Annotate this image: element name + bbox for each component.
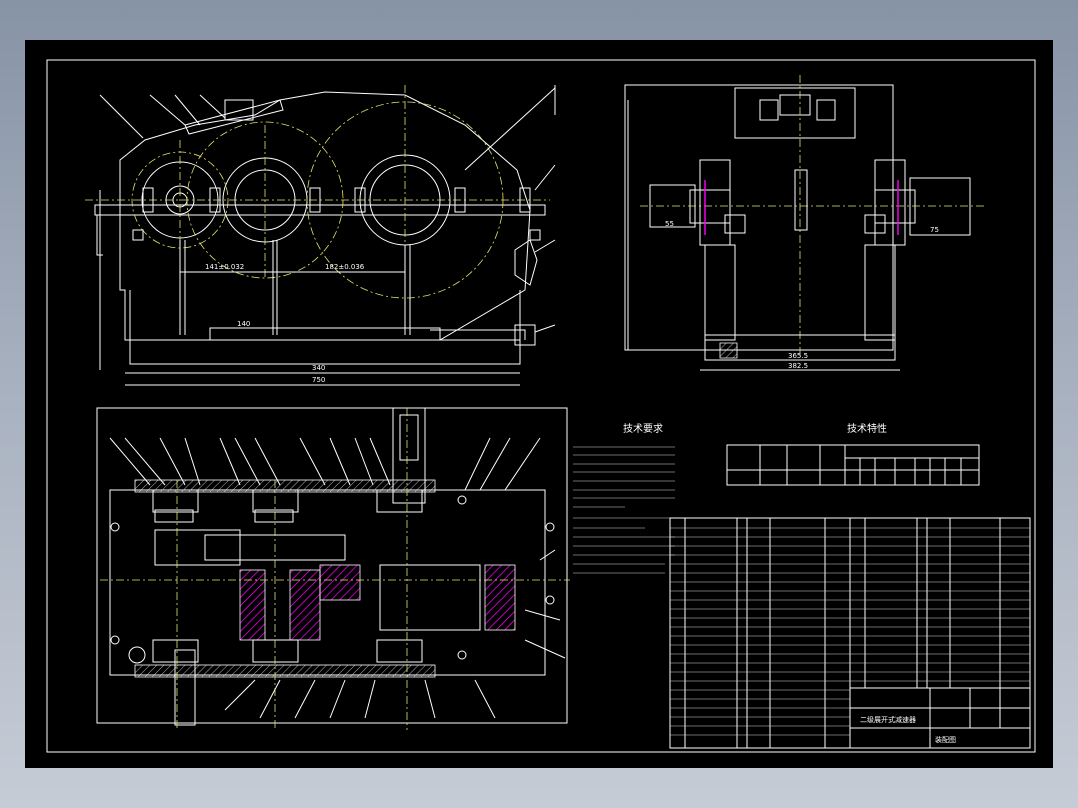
tech-characteristics-title: 技术特性 bbox=[847, 422, 887, 435]
tech-requirements-title: 技术要求 bbox=[623, 422, 663, 435]
dim-side-a: 365.5 bbox=[788, 352, 808, 360]
parts-list: 二级展开式减速器 装配图 bbox=[669, 517, 1031, 749]
title-block-name: 二级展开式减速器 bbox=[860, 715, 916, 724]
dim-front-c: 340 bbox=[312, 364, 325, 372]
dim-side-c: 55 bbox=[665, 220, 674, 228]
title-block-subtitle: 装配图 bbox=[935, 735, 956, 744]
drawing-border bbox=[46, 59, 1036, 753]
tech-characteristics: 技术特性 bbox=[726, 422, 980, 486]
dim-side-b: 382.5 bbox=[788, 362, 808, 370]
tech-requirements: 技术要求 bbox=[573, 422, 675, 574]
dim-front-e: 140 bbox=[237, 320, 250, 328]
plan-view bbox=[96, 407, 570, 730]
side-view: 365.5 382.5 55 75 bbox=[624, 75, 985, 371]
dim-side-d: 75 bbox=[930, 226, 939, 234]
dim-front-b: 182±0.036 bbox=[325, 263, 365, 271]
front-view: 141±0.032 182±0.036 340 750 140 bbox=[85, 85, 556, 386]
dim-front-d: 750 bbox=[312, 376, 325, 384]
drawing-sheet: 141±0.032 182±0.036 340 750 140 365.5 38… bbox=[25, 40, 1053, 768]
cad-drawing: 141±0.032 182±0.036 340 750 140 365.5 38… bbox=[46, 59, 1036, 753]
dim-front-a: 141±0.032 bbox=[205, 263, 244, 271]
